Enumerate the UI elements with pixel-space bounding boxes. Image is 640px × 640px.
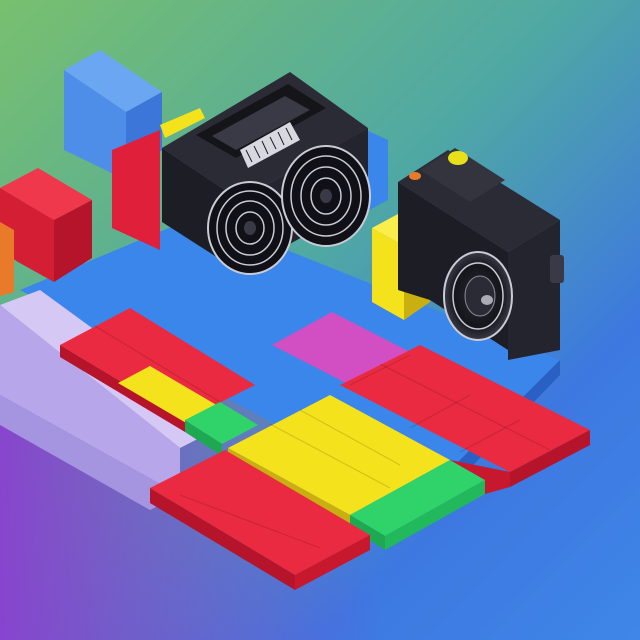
boombox-speaker-right xyxy=(281,145,371,247)
small-camera-lens-glare xyxy=(481,295,493,305)
small-camera-dial-icon xyxy=(409,172,421,180)
speaker-left-center xyxy=(244,221,256,235)
orange-sliver xyxy=(0,222,14,296)
isometric-toy-scene xyxy=(0,0,640,640)
small-camera-yellow-button-icon xyxy=(448,151,468,165)
small-camera-strap-clip xyxy=(550,255,564,283)
boombox-speaker-left xyxy=(207,181,293,275)
speaker-right-center xyxy=(320,189,332,203)
